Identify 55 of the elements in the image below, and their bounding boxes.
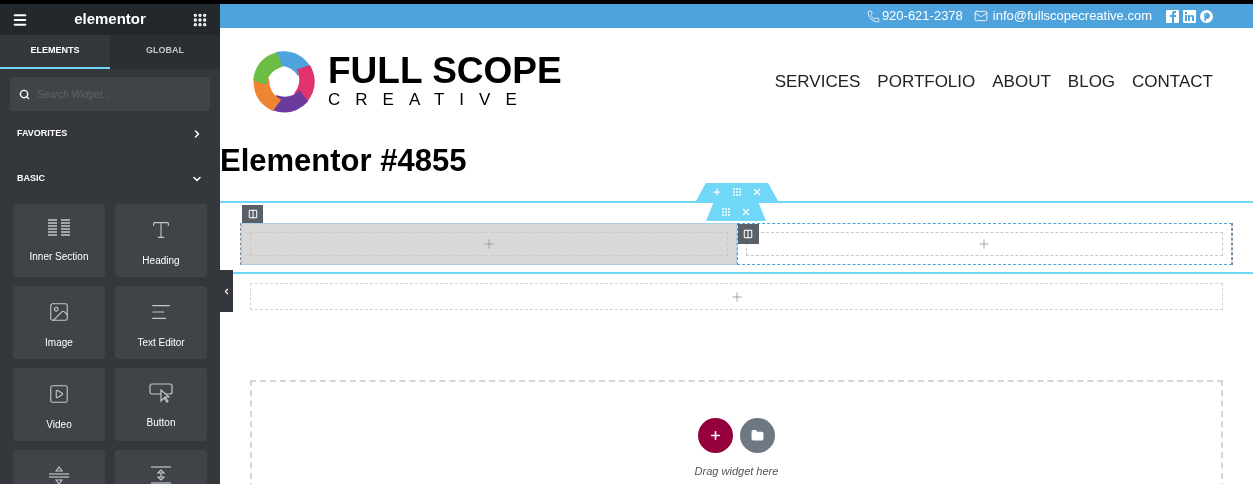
phone-number: 920-621-2378 [881,7,963,26]
phone-icon [866,9,880,23]
widget-tile[interactable]: Button [115,368,207,441]
letter-t-icon [150,219,172,241]
facebook-icon[interactable] [1166,9,1179,23]
panel-tab[interactable]: ELEMENTS [0,35,110,69]
add-icon[interactable] [729,289,744,304]
nav-link[interactable]: PORTFOLIO [877,68,976,95]
add-icon[interactable] [481,237,496,251]
add-icon [709,429,722,442]
mail-icon [972,9,989,23]
add-icon[interactable] [977,237,992,251]
columns-icon [247,209,258,219]
category-header[interactable]: FAVORITES [0,111,220,156]
columns-icon [743,229,753,239]
nav-link[interactable]: CONTACT [1132,68,1213,95]
nav-link[interactable]: SERVICES [774,68,861,95]
columns-icon [48,219,70,237]
image-icon [48,301,70,323]
add-template-button[interactable] [740,418,775,453]
play-icon [48,383,70,405]
add-section-button[interactable] [698,418,733,453]
page-title: Elementor #4855 [220,142,468,180]
logo-subtitle: CREATIVE [328,88,533,111]
nav-link[interactable]: ABOUT [992,68,1051,95]
search-icon [19,89,30,100]
folder-icon [751,429,764,442]
spacer-icon [150,465,172,484]
chevron-left-icon [222,286,231,296]
pinterest-icon[interactable] [1200,9,1213,23]
grid-icon[interactable] [192,11,208,28]
column[interactable] [736,223,1232,265]
section-edit-handle[interactable] [242,205,263,223]
column-handle[interactable] [706,203,766,221]
collapse-panel-button[interactable] [220,270,233,312]
divider-icon [48,465,70,484]
button-cursor-icon [149,383,173,403]
add-icon[interactable] [712,187,722,197]
linkedin-icon[interactable] [1183,9,1196,23]
panel-logo: elementor [74,9,146,30]
menu-icon[interactable] [12,11,28,28]
widget-tile[interactable]: Text Editor [115,286,207,359]
widget-tile[interactable]: Heading [115,204,207,277]
drop-hint: Drag widget here [694,464,779,479]
close-icon[interactable] [741,207,751,217]
empty-section[interactable] [250,283,1223,310]
column-edit-handle[interactable] [737,224,759,244]
logo-title: FULL SCOPE [328,52,562,89]
widget-tile[interactable]: Image [13,286,105,359]
email-address: info@fullscopecreative.com [992,7,1152,26]
nav-link[interactable]: BLOG [1067,68,1116,95]
close-icon[interactable] [752,187,762,197]
category-header[interactable]: BASIC [0,156,220,201]
widget-tile[interactable]: Inner Section [13,204,105,277]
widget-tile[interactable]: Video [13,368,105,441]
